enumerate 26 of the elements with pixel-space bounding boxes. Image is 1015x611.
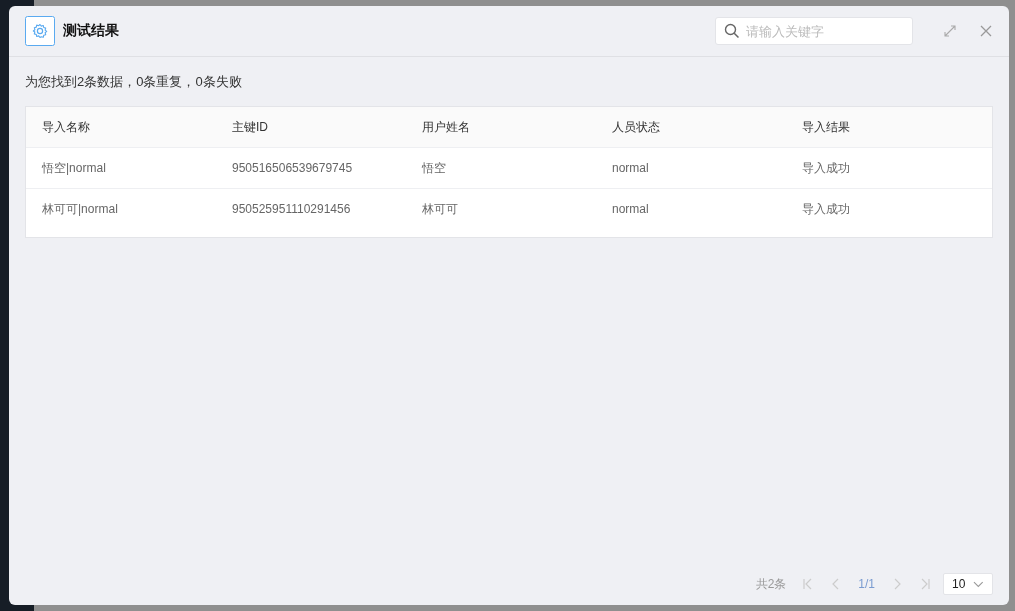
gear-icon: [25, 16, 55, 46]
table-cell-text: 导入成功: [802, 200, 851, 218]
table-cell-text: normal: [612, 161, 650, 175]
column-header: 导入结果: [802, 118, 851, 136]
column-header: 主键ID: [232, 118, 269, 136]
dialog-title: 测试结果: [63, 22, 119, 40]
search-icon: [724, 23, 740, 39]
search-field[interactable]: 请输入关键字: [715, 17, 913, 45]
column-header: 用户姓名: [422, 118, 471, 136]
close-icon[interactable]: [979, 24, 993, 38]
column-header: 人员状态: [612, 118, 661, 136]
table-cell-text: 悟空|normal: [42, 159, 107, 177]
table-cell-text: 悟空: [422, 159, 447, 177]
chevron-down-icon: [973, 580, 984, 588]
table-cell-text: 950525951110291456: [232, 202, 352, 216]
result-summary: 为您找到2条数据，0条重复，0条失败: [25, 73, 243, 91]
column-header: 导入名称: [42, 118, 91, 136]
page-size-select[interactable]: 10: [943, 573, 993, 595]
table-cell-text: 导入成功: [802, 159, 851, 177]
table-cell-text: 林可可|normal: [42, 200, 119, 218]
total-count: 共2条: [755, 575, 787, 593]
table-cell-text: 林可可: [422, 200, 459, 218]
page-indicator: 1/1: [858, 577, 875, 591]
expand-icon[interactable]: [943, 24, 957, 38]
table-cell-text: normal: [612, 202, 650, 216]
table-cell-text: 950516506539679745: [232, 161, 354, 175]
